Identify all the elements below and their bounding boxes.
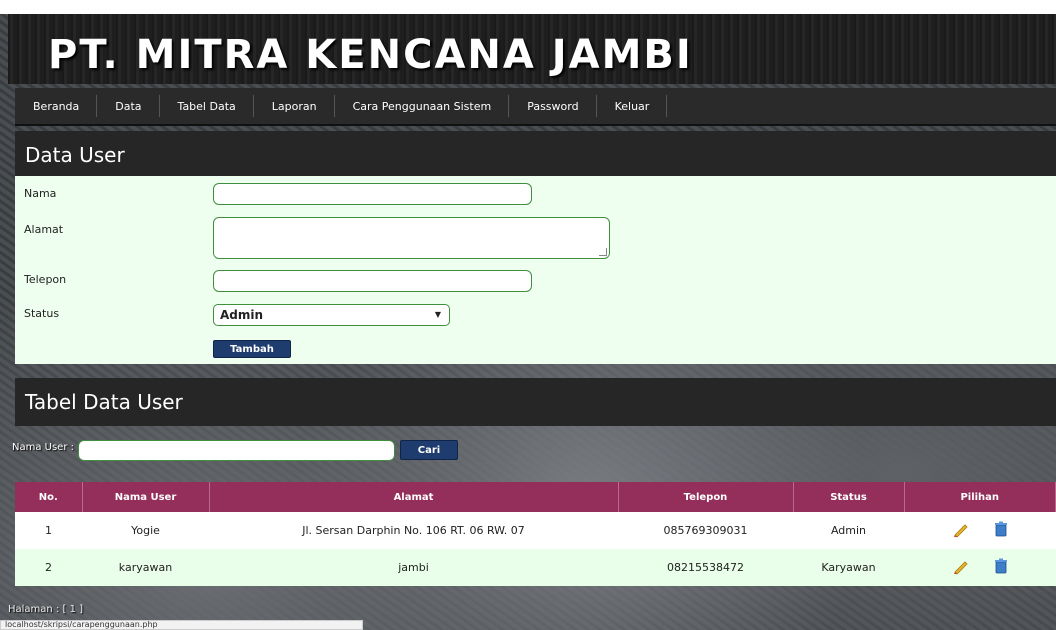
pencil-icon[interactable] xyxy=(952,557,970,578)
pencil-icon[interactable] xyxy=(952,520,970,541)
col-nama-user: Nama User xyxy=(82,482,210,512)
nav-item-keluar[interactable]: Keluar xyxy=(597,87,668,125)
tabel-data-user-heading: Tabel Data User xyxy=(15,378,1056,426)
user-form: Nama Alamat Telepon Status Admin ▼ Tamba… xyxy=(15,176,1056,364)
col-status: Status xyxy=(793,482,905,512)
telepon-label: Telepon xyxy=(24,273,67,286)
col-alamat: Alamat xyxy=(209,482,619,512)
nav-item-password[interactable]: Password xyxy=(509,87,597,125)
cell-nama: Yogie xyxy=(82,512,209,549)
status-select[interactable]: Admin ▼ xyxy=(213,304,450,326)
status-selected-value: Admin xyxy=(220,308,264,322)
cell-alamat: jambi xyxy=(209,549,618,586)
site-title: PT. MITRA KENCANA JAMBI xyxy=(48,32,693,78)
nav-item-data[interactable]: Data xyxy=(97,87,160,125)
nama-input[interactable] xyxy=(213,183,532,205)
browser-status-url: localhost/skripsi/carapenggunaan.php xyxy=(0,620,363,630)
data-user-heading: Data User xyxy=(15,131,1056,179)
main-nav: Beranda Data Tabel Data Laporan Cara Pen… xyxy=(15,88,1056,126)
table-header-row: No. Nama User Alamat Telepon Status Pili… xyxy=(15,482,1056,512)
tambah-button[interactable]: Tambah xyxy=(213,340,291,358)
alamat-textarea[interactable] xyxy=(213,217,610,259)
site-header: PT. MITRA KENCANA JAMBI xyxy=(8,14,1056,84)
trash-icon[interactable] xyxy=(994,521,1008,540)
col-no: No. xyxy=(15,482,83,512)
cell-status: Karyawan xyxy=(793,549,904,586)
col-pilihan: Pilihan xyxy=(904,482,1056,512)
cell-no: 1 xyxy=(15,512,82,549)
top-strip xyxy=(0,0,1056,14)
nav-item-tabel-data[interactable]: Tabel Data xyxy=(160,87,254,125)
cari-button[interactable]: Cari xyxy=(400,440,458,460)
search-label: Nama User : xyxy=(12,442,74,453)
cell-status: Admin xyxy=(793,512,904,549)
alamat-label: Alamat xyxy=(24,223,64,236)
telepon-input[interactable] xyxy=(213,270,532,292)
nav-item-cara-penggunaan[interactable]: Cara Penggunaan Sistem xyxy=(335,87,510,125)
user-table: No. Nama User Alamat Telepon Status Pili… xyxy=(15,482,1056,586)
pagination[interactable]: Halaman : [ 1 ] xyxy=(8,604,83,615)
table-row: 1 Yogie Jl. Sersan Darphin No. 106 RT. 0… xyxy=(15,512,1056,549)
cell-telepon: 08215538472 xyxy=(618,549,793,586)
nama-label: Nama xyxy=(24,187,57,200)
nav-item-beranda[interactable]: Beranda xyxy=(15,87,98,125)
cell-telepon: 085769309031 xyxy=(618,512,793,549)
chevron-down-icon: ▼ xyxy=(434,310,441,319)
cell-pilihan xyxy=(904,549,1056,586)
cell-nama: karyawan xyxy=(82,549,209,586)
nav-item-laporan[interactable]: Laporan xyxy=(254,87,335,125)
cell-alamat: Jl. Sersan Darphin No. 106 RT. 06 RW. 07 xyxy=(209,512,618,549)
col-telepon: Telepon xyxy=(618,482,794,512)
cell-no: 2 xyxy=(15,549,82,586)
table-row: 2 karyawan jambi 08215538472 Karyawan xyxy=(15,549,1056,586)
status-label: Status xyxy=(24,307,60,320)
trash-icon[interactable] xyxy=(994,558,1008,577)
cell-pilihan xyxy=(904,512,1056,549)
search-input[interactable] xyxy=(78,440,395,461)
